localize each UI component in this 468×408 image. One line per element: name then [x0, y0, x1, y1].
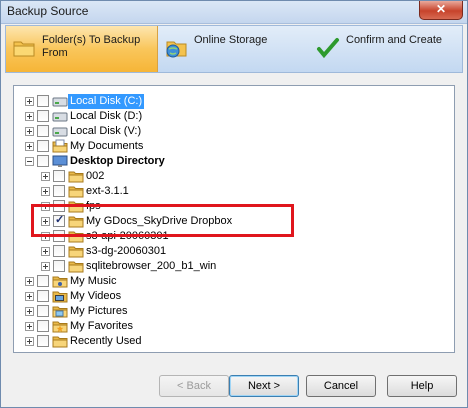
tree-item[interactable]: sqlitebrowser_200_b1_win	[14, 259, 454, 274]
tree-item-checkbox[interactable]	[53, 170, 65, 182]
checkmark-icon	[317, 38, 339, 59]
tree-item-label: My Videos	[70, 290, 122, 302]
tree-item-checkbox[interactable]	[37, 125, 49, 137]
next-button[interactable]: Next >	[229, 375, 299, 397]
pictures-folder-icon	[52, 306, 68, 318]
expand-icon[interactable]	[25, 112, 34, 121]
help-button[interactable]: Help	[387, 375, 457, 397]
tree-item-checkbox[interactable]	[37, 140, 49, 152]
expand-icon[interactable]	[25, 277, 34, 286]
globe-folder-icon	[166, 41, 187, 58]
tree-item-checkbox[interactable]	[53, 185, 65, 197]
step-folders-label: Folder(s) To Backup From	[42, 34, 141, 59]
folder-icon	[68, 171, 84, 183]
music-folder-icon	[52, 276, 68, 288]
tree-item-checkbox[interactable]	[37, 155, 49, 167]
tree-item[interactable]: My Music	[14, 274, 454, 289]
tree-item[interactable]: My Favorites	[14, 319, 454, 334]
tree-item[interactable]: My Videos	[14, 289, 454, 304]
tree-item-label: Recently Used	[70, 335, 142, 347]
expand-icon[interactable]	[25, 142, 34, 151]
drive-icon	[52, 97, 68, 107]
tree-item-label: s3-dg-20060301	[86, 245, 167, 257]
folder-icon	[68, 261, 84, 273]
folder-icon	[13, 41, 35, 57]
close-icon: ✕	[435, 2, 447, 16]
collapse-icon[interactable]	[25, 157, 34, 166]
wizard-steps: Folder(s) To Backup From Online Storage …	[5, 25, 463, 73]
tree-item-label: My Documents	[70, 140, 144, 152]
tree-item-label: Local Disk (V:)	[70, 125, 142, 137]
close-button[interactable]: ✕	[419, 1, 463, 20]
tree-item[interactable]: Recently Used	[14, 334, 454, 349]
expand-icon[interactable]	[25, 337, 34, 346]
step-online-storage-label: Online Storage	[194, 34, 268, 46]
tree-item[interactable]: 002	[14, 169, 454, 184]
tree-item[interactable]: Local Disk (D:)	[14, 109, 454, 124]
folder-icon	[52, 336, 68, 348]
tree-item-checkbox[interactable]	[37, 275, 49, 287]
favorites-folder-icon	[52, 321, 68, 333]
tree-item-label: Local Disk (C:)	[68, 94, 145, 109]
tree-item-checkbox[interactable]	[37, 305, 49, 317]
tree-item[interactable]: My Pictures	[14, 304, 454, 319]
highlight-box	[31, 204, 294, 237]
expand-icon[interactable]	[25, 322, 34, 331]
tree-item[interactable]: Local Disk (C:)	[14, 94, 454, 109]
backup-source-window: Backup Source ✕ Folder(s) To Backup From…	[0, 0, 468, 408]
title-bar[interactable]: Backup Source ✕	[1, 1, 467, 24]
tree-item-checkbox[interactable]	[37, 95, 49, 107]
tree-item-checkbox[interactable]	[37, 110, 49, 122]
folder-icon	[68, 186, 84, 198]
tree-item-label: 002	[86, 170, 105, 182]
step-online-storage[interactable]: Online Storage	[158, 26, 310, 72]
tree-item[interactable]: s3-dg-20060301	[14, 244, 454, 259]
tree-item-checkbox[interactable]	[53, 260, 65, 272]
expand-icon[interactable]	[25, 127, 34, 136]
tree-item-checkbox[interactable]	[37, 290, 49, 302]
tree-item-label: My Music	[70, 275, 117, 287]
expand-icon[interactable]	[41, 172, 50, 181]
videos-folder-icon	[52, 291, 68, 303]
expand-icon[interactable]	[41, 187, 50, 196]
tree-item-checkbox[interactable]	[53, 245, 65, 257]
expand-icon[interactable]	[25, 292, 34, 301]
tree-item[interactable]: Local Disk (V:)	[14, 124, 454, 139]
tree-item-checkbox[interactable]	[37, 335, 49, 347]
step-confirm-label: Confirm and Create	[346, 34, 442, 46]
tree-item-label: My Favorites	[70, 320, 133, 332]
expand-icon[interactable]	[25, 97, 34, 106]
desktop-icon	[52, 155, 68, 167]
window-title: Backup Source	[7, 4, 89, 18]
step-folders[interactable]: Folder(s) To Backup From	[6, 26, 158, 72]
tree-item-checkbox[interactable]	[37, 320, 49, 332]
folder-icon	[68, 246, 84, 258]
back-button[interactable]: < Back	[159, 375, 229, 397]
tree-item-label: Local Disk (D:)	[70, 110, 143, 122]
documents-folder-icon	[52, 139, 68, 153]
tree-item[interactable]: ext-3.1.1	[14, 184, 454, 199]
step-confirm[interactable]: Confirm and Create	[310, 26, 462, 72]
cancel-button[interactable]: Cancel	[306, 375, 376, 397]
tree-item[interactable]: My Documents	[14, 139, 454, 154]
expand-icon[interactable]	[25, 307, 34, 316]
tree-item-label: ext-3.1.1	[86, 185, 129, 197]
expand-icon[interactable]	[41, 247, 50, 256]
tree-item-label: sqlitebrowser_200_b1_win	[86, 260, 217, 272]
drive-icon	[52, 112, 68, 122]
tree-item-label: My Pictures	[70, 305, 128, 317]
tree-item-label: Desktop Directory	[70, 155, 165, 167]
expand-icon[interactable]	[41, 262, 50, 271]
tree-item[interactable]: Desktop Directory	[14, 154, 454, 169]
drive-icon	[52, 127, 68, 137]
